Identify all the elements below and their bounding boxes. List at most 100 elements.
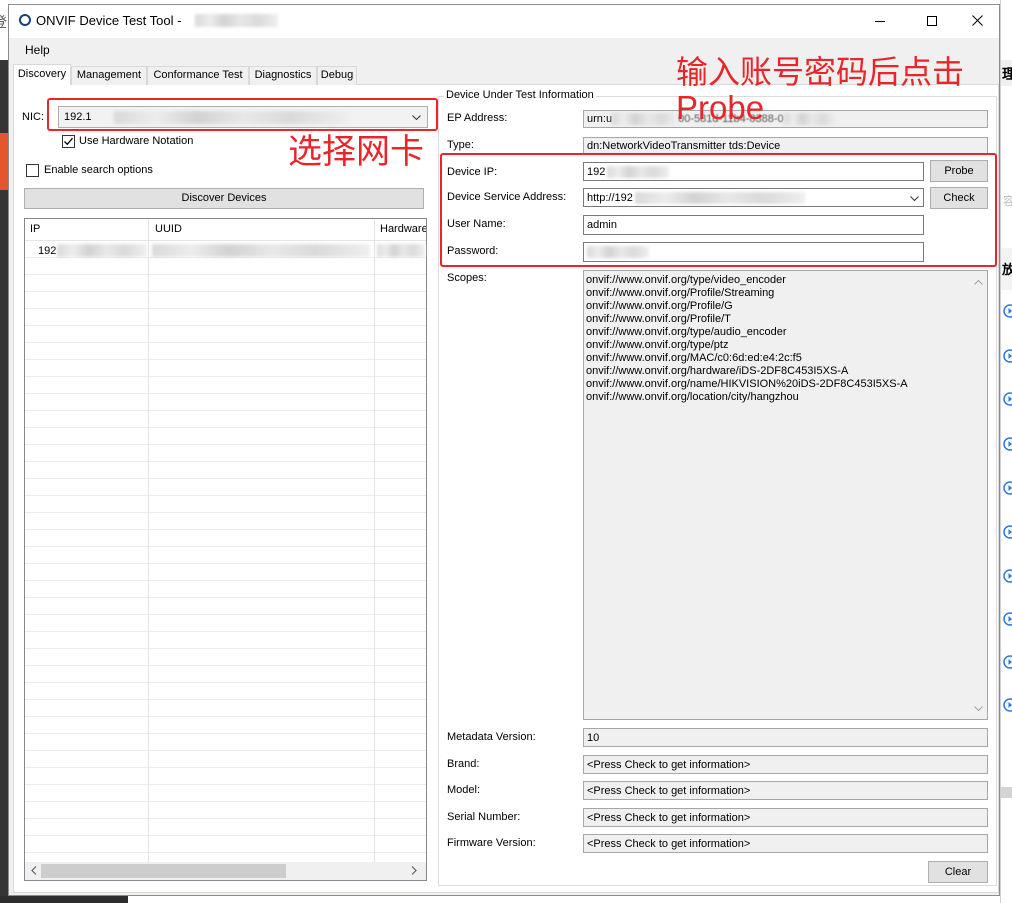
tab-management[interactable]: Management [71, 66, 147, 85]
play-circle-icon [1003, 437, 1012, 451]
serial-number-field[interactable]: <Press Check to get information> [583, 808, 988, 827]
tab-conformance-test[interactable]: Conformance Test [147, 66, 249, 85]
play-circle-icon [1003, 349, 1012, 363]
model-field[interactable]: <Press Check to get information> [583, 781, 988, 800]
play-circle-icon [1003, 655, 1012, 669]
tab-diagnostics[interactable]: Diagnostics [249, 66, 317, 85]
column-divider [148, 219, 149, 862]
clear-button[interactable]: Clear [928, 861, 988, 883]
column-header-hardware[interactable]: Hardware [380, 219, 426, 240]
background-window-left: 登 [0, 0, 8, 903]
play-circle-icon [1003, 304, 1012, 318]
type-value: dn:NetworkVideoTransmitter tds:Device [587, 140, 781, 152]
tab-debug[interactable]: Debug [317, 66, 357, 85]
use-hardware-notation-checkbox[interactable] [62, 135, 75, 148]
metadata-version-value: 10 [587, 731, 600, 744]
scope-line: onvif://www.onvif.org/type/audio_encoder [586, 326, 787, 338]
scope-line: onvif://www.onvif.org/Profile/Streaming [586, 287, 775, 299]
redacted-region [57, 244, 147, 257]
horizontal-scrollbar[interactable] [25, 862, 426, 880]
device-list-gridlines [25, 241, 426, 862]
firmware-version-value: <Press Check to get information> [587, 837, 751, 850]
chevron-left-icon[interactable] [31, 866, 37, 875]
column-divider [374, 219, 375, 862]
annotation-instruction: 输入账号密码后点击 [676, 53, 965, 91]
brand-label: Brand: [447, 758, 480, 770]
play-circle-icon [1003, 698, 1012, 712]
serial-number-label: Serial Number: [447, 811, 521, 823]
menu-item-help[interactable]: Help [19, 41, 56, 60]
background-glyph-right: 理 [1002, 64, 1012, 84]
metadata-version-label: Metadata Version: [447, 731, 536, 743]
device-ip-cell: 192 [38, 245, 57, 257]
play-circle-icon [1003, 569, 1012, 583]
annotation-box-credentials [440, 153, 997, 267]
model-label: Model: [447, 784, 481, 796]
chevron-down-icon[interactable] [974, 706, 983, 711]
background-bar [1001, 787, 1012, 798]
window-title: ONVIF Device Test Tool - [36, 13, 182, 28]
scopes-label: Scopes: [447, 272, 487, 284]
column-header-uuid[interactable]: UUID [155, 219, 182, 240]
minimize-icon [875, 21, 885, 22]
background-glyph-right: 容 [1003, 192, 1012, 209]
column-header-ip[interactable]: IP [30, 219, 40, 240]
check-icon [64, 137, 73, 146]
onvif-app-icon [19, 14, 31, 26]
close-icon [972, 15, 983, 26]
scope-line: onvif://www.onvif.org/hardware/iDS-2DF8C… [586, 365, 849, 377]
scopes-list: onvif://www.onvif.org/type/video_encoder… [586, 274, 908, 404]
firmware-version-field[interactable]: <Press Check to get information> [583, 834, 988, 853]
tab-discovery[interactable]: Discovery [13, 64, 71, 85]
device-list-header [25, 219, 426, 241]
ep-address-label: EP Address: [447, 112, 508, 124]
close-button[interactable] [955, 5, 999, 38]
nic-label: NIC: [22, 111, 44, 123]
vertical-scrollbar[interactable] [970, 271, 987, 719]
play-circle-icon [1003, 612, 1012, 626]
annotation-select-nic: 选择网卡 [288, 132, 424, 172]
scope-line: onvif://www.onvif.org/Profile/G [586, 300, 733, 312]
enable-search-options-label[interactable]: Enable search options [44, 164, 153, 177]
type-label: Type: [447, 139, 474, 151]
chevron-up-icon[interactable] [974, 280, 983, 285]
discover-devices-button[interactable]: Discover Devices [24, 188, 424, 209]
background-taskbar [0, 896, 128, 903]
redacted-region [195, 14, 278, 27]
background-highlight [0, 133, 8, 190]
minimize-button[interactable] [857, 5, 903, 38]
brand-value: <Press Check to get information> [587, 758, 751, 771]
chevron-right-icon[interactable] [411, 866, 417, 875]
redacted-region [783, 113, 836, 125]
background-window-right: 理 容 放 [1000, 0, 1012, 903]
scopes-textarea[interactable]: onvif://www.onvif.org/type/video_encoder… [583, 270, 988, 720]
enable-search-options-checkbox[interactable] [26, 164, 39, 177]
ep-address-field[interactable]: urn:u 00-581d-11b4-8388-0 [583, 110, 988, 128]
scope-line: onvif://www.onvif.org/type/ptz [586, 339, 729, 351]
annotation-box-nic [47, 98, 438, 131]
brand-field[interactable]: <Press Check to get information> [583, 755, 988, 774]
scope-line: onvif://www.onvif.org/type/video_encoder [586, 274, 786, 286]
background-glyph-right: 放 [1002, 259, 1012, 278]
scope-line: onvif://www.onvif.org/location/city/hang… [586, 391, 799, 403]
firmware-version-label: Firmware Version: [447, 837, 536, 849]
scope-line: onvif://www.onvif.org/Profile/T [586, 313, 731, 325]
serial-number-value: <Press Check to get information> [587, 811, 751, 824]
background-glyph-left: 登 [0, 12, 8, 32]
play-circle-icon [1003, 525, 1012, 539]
metadata-version-field[interactable]: 10 [583, 728, 988, 747]
scrollbar-thumb[interactable] [41, 864, 286, 878]
redacted-region [152, 244, 370, 257]
redacted-region [612, 113, 679, 125]
redacted-region [377, 244, 425, 257]
scope-line: onvif://www.onvif.org/MAC/c0:6d:ed:e4:2c… [586, 352, 802, 364]
table-row[interactable]: 192 [25, 243, 426, 258]
model-value: <Press Check to get information> [587, 784, 751, 797]
play-circle-icon [1003, 392, 1012, 406]
dut-group-title: Device Under Test Information [444, 89, 596, 102]
maximize-button[interactable] [909, 5, 955, 38]
use-hardware-notation-label[interactable]: Use Hardware Notation [79, 135, 193, 148]
annotation-instruction-probe: Probe [676, 89, 765, 126]
ep-address-value: urn:u [587, 113, 613, 125]
scope-line: onvif://www.onvif.org/name/HIKVISION%20i… [586, 378, 908, 390]
